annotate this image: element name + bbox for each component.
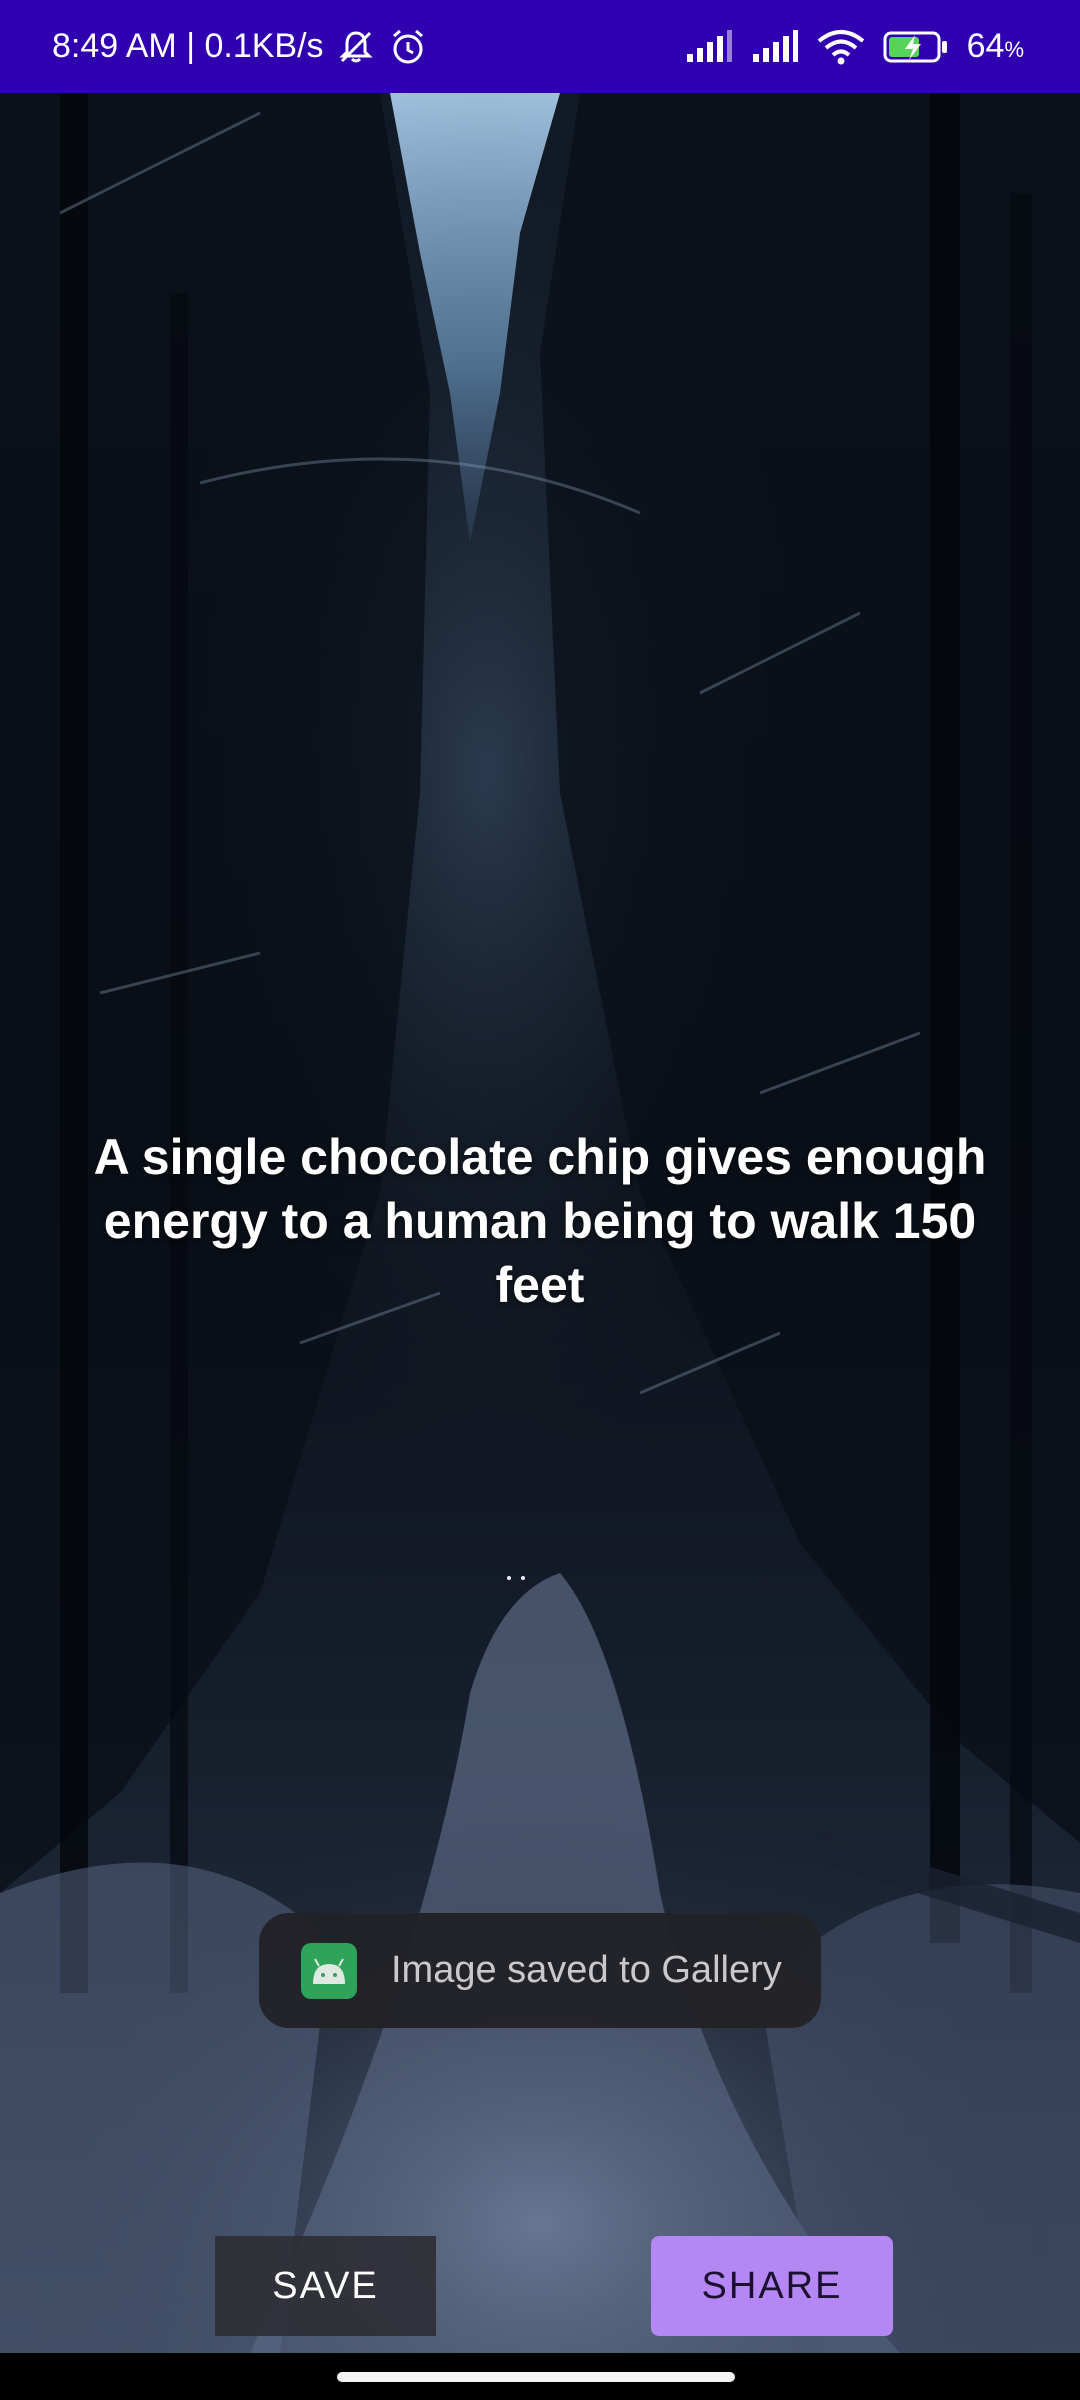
battery-charging-icon	[883, 30, 949, 64]
home-gesture-handle[interactable]	[337, 2372, 735, 2382]
status-right: 64%	[685, 27, 1024, 66]
save-button-label: SAVE	[272, 2264, 379, 2307]
android-icon	[301, 1942, 357, 1999]
share-button-label: SHARE	[701, 2264, 843, 2307]
battery-unit: %	[1004, 37, 1024, 62]
app-screen: 8:49 AM | 0.1KB/s 64% A single chocolate…	[0, 0, 1080, 2400]
status-time: 8:49 AM | 0.1KB/s	[52, 27, 324, 65]
signal-icon	[751, 29, 799, 64]
wifi-icon	[817, 29, 865, 65]
battery-percent: 64%	[967, 27, 1024, 66]
alarm-icon	[388, 27, 428, 67]
fact-quote-text: A single chocolate chip gives enough ene…	[93, 1129, 987, 1313]
mute-bell-icon	[336, 27, 376, 67]
signal-icon	[685, 29, 733, 64]
toast-notification: Image saved to Gallery	[259, 1913, 821, 2028]
toast-message: Image saved to Gallery	[391, 1949, 782, 1991]
status-bar: 8:49 AM | 0.1KB/s 64%	[0, 0, 1080, 93]
status-left: 8:49 AM | 0.1KB/s	[52, 27, 428, 67]
share-button[interactable]: SHARE	[651, 2236, 893, 2336]
save-button[interactable]: SAVE	[215, 2236, 436, 2336]
battery-value: 64	[966, 27, 1005, 65]
navigation-bar	[0, 2353, 1080, 2400]
